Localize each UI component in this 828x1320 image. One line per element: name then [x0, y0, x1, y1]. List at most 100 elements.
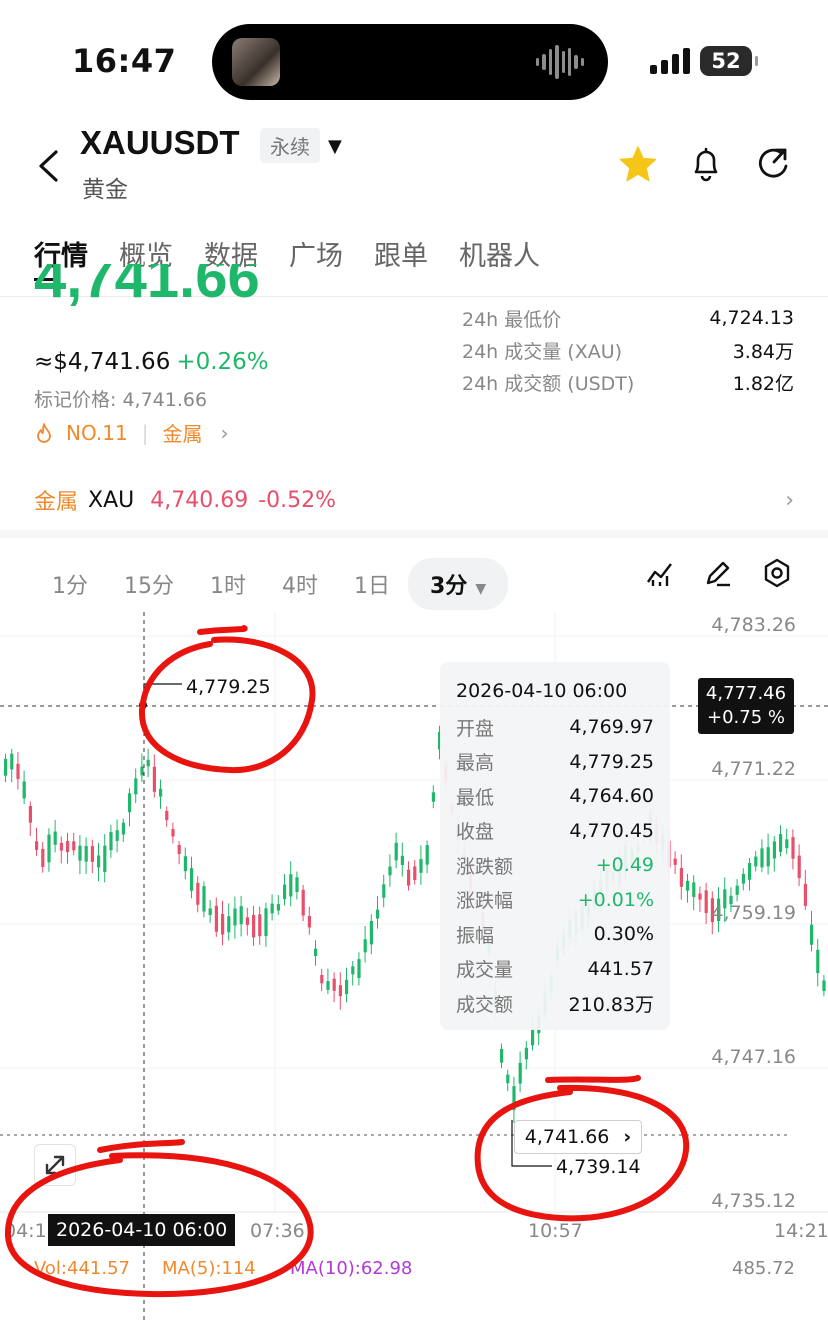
rank-row[interactable]: NO.11 | 金属 ›: [34, 418, 228, 447]
candle-body: [766, 847, 770, 867]
candle-body: [16, 763, 20, 779]
candle-body: [803, 883, 807, 906]
price-approx-row: ≈$4,741.66 +0.26%: [34, 349, 269, 375]
candle-body: [735, 885, 739, 895]
y-axis-label: 4,735.12: [711, 1190, 796, 1212]
status-time: 16:47: [72, 42, 177, 80]
rank-separator: |: [141, 420, 149, 445]
crosshair-time-tag: 2026-04-10 06:00: [48, 1214, 236, 1246]
candle-body: [314, 948, 318, 957]
favorite-star-icon[interactable]: [618, 144, 658, 184]
stat-row: 24h 成交量 (XAU) 3.84万: [462, 334, 794, 366]
tooltip-value: 4,769.97: [569, 716, 654, 739]
tooltip-value: +0.01%: [577, 888, 654, 911]
candle-body: [754, 856, 758, 867]
settings-icon[interactable]: [762, 558, 792, 588]
symbol-subtitle: 黄金: [82, 177, 128, 203]
high-price-label: 4,779.25: [186, 676, 271, 698]
share-icon[interactable]: [754, 144, 794, 184]
tab-bots[interactable]: 机器人: [459, 234, 540, 273]
chevron-right-icon: ›: [220, 420, 229, 445]
candle-body: [698, 893, 702, 900]
candle-body: [90, 846, 94, 862]
tooltip-label: 成交额: [456, 993, 514, 1016]
volume-max: 485.72: [732, 1258, 795, 1279]
candle-body: [816, 949, 820, 974]
candle-body: [128, 793, 132, 813]
candle-body: [382, 884, 386, 898]
candle-body: [791, 837, 795, 859]
candle-body: [289, 874, 293, 897]
candle-body: [233, 908, 237, 926]
now-playing-artwork: [232, 38, 280, 86]
dynamic-island[interactable]: [212, 24, 608, 100]
volume-ma5: MA(5):114: [162, 1258, 256, 1279]
x-axis-label: 10:57: [528, 1220, 583, 1242]
candle-body: [357, 959, 361, 979]
candle-body: [276, 904, 280, 911]
interval-4h[interactable]: 4时: [282, 568, 318, 600]
tooltip-row: 成交量 441.57: [456, 952, 654, 987]
interval-15m[interactable]: 15分: [124, 568, 174, 600]
candle-body: [264, 908, 268, 937]
candle-body: [407, 869, 411, 886]
symbol-dropdown-icon[interactable]: ▼: [328, 136, 342, 157]
interval-selector[interactable]: 3分 ▼: [408, 558, 509, 610]
candle-body: [28, 805, 32, 823]
candle-body: [177, 844, 181, 854]
candle-body: [779, 834, 783, 852]
metal-change: -0.52%: [258, 487, 337, 513]
fire-icon: [37, 422, 51, 443]
candle-body: [810, 924, 814, 945]
back-button[interactable]: [36, 148, 60, 193]
y-axis-label: 4,747.16: [711, 1046, 796, 1068]
candle-body: [283, 884, 287, 900]
candle-body: [258, 914, 262, 937]
interval-1m[interactable]: 1分: [52, 568, 88, 600]
crosshair-pct: +0.75 %: [707, 707, 785, 728]
cellular-signal-icon: [650, 48, 690, 74]
tooltip-row: 开盘 4,769.97: [456, 710, 654, 745]
candle-body: [512, 1086, 516, 1111]
y-axis-label: 4,783.26: [711, 614, 796, 636]
rank-number: NO.11: [66, 420, 128, 445]
tooltip-row: 成交额 210.83万: [456, 986, 654, 1021]
x-axis-label: 14:21: [774, 1220, 828, 1242]
candle-body: [47, 834, 51, 863]
candle-body: [351, 966, 355, 975]
candle-body: [245, 917, 249, 926]
candle-body: [134, 778, 138, 795]
candle-body: [270, 903, 274, 914]
pencil-icon[interactable]: [703, 558, 733, 588]
candle-body: [252, 914, 256, 938]
candle-body: [183, 856, 187, 872]
candle-body: [78, 845, 82, 861]
related-metal-row[interactable]: 金属 XAU 4,740.69 -0.52% ›: [34, 484, 794, 516]
interval-1h[interactable]: 1时: [210, 568, 246, 600]
current-price-button[interactable]: 4,741.66 ›: [514, 1120, 642, 1154]
bell-icon[interactable]: [686, 144, 726, 184]
candle-body: [376, 909, 380, 919]
tooltip-value: +0.49: [595, 854, 654, 877]
symbol-title[interactable]: XAUUSDT: [80, 124, 240, 162]
chevron-right-icon: ›: [785, 487, 794, 513]
candle-body: [400, 855, 404, 865]
candle-body: [165, 810, 169, 821]
candle-body: [227, 916, 231, 933]
interval-1d[interactable]: 1日: [354, 568, 390, 600]
stat-label: 24h 最低价: [462, 308, 562, 331]
indicator-icon[interactable]: [645, 558, 675, 588]
tooltip-value: 4,770.45: [569, 819, 654, 842]
candle-body: [524, 1047, 528, 1060]
fullscreen-expand-icon[interactable]: [34, 1144, 76, 1186]
candle-body: [506, 1074, 510, 1084]
stat-value: 3.84万: [732, 340, 794, 363]
section-divider: [0, 530, 828, 538]
candle-body: [171, 829, 175, 837]
candle-body: [413, 866, 417, 881]
tab-copy-trading[interactable]: 跟单: [374, 234, 428, 273]
candle-body: [338, 985, 342, 997]
status-bar: 16:47 52: [0, 0, 828, 110]
tooltip-label: 振幅: [456, 924, 495, 947]
tooltip-value: 210.83万: [568, 993, 654, 1016]
